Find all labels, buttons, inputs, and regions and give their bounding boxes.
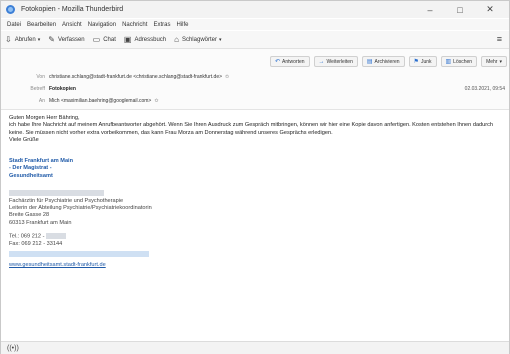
menu-view[interactable]: Ansicht xyxy=(62,22,82,28)
signature-org-line-2: - Der Magistrat - xyxy=(9,165,52,172)
signature-line: Leiterin der Abteilung Psychiatrie/Psych… xyxy=(9,205,152,212)
signature-line: Breite Gasse 28 xyxy=(9,212,50,219)
main-toolbar: ⇩ Abrufen ▾ ✎ Verfassen ▭ Chat ▣ Adressb… xyxy=(1,31,509,49)
signature-org-line-1: Stadt Frankfurt am Main xyxy=(9,158,74,165)
address-book-icon: ▣ xyxy=(123,35,132,44)
to-address[interactable]: Mich <maximilian.baehring@googlemail.com… xyxy=(49,98,151,104)
to-row: An Mich <maximilian.baehring@googlemail.… xyxy=(1,96,509,106)
chevron-down-icon: ▾ xyxy=(499,58,502,65)
thunderbird-window: Fotokopien - Mozilla Thunderbird – □ ✕ D… xyxy=(0,0,510,354)
body-paragraph: ich habe Ihre Nachricht auf meinem Anruf… xyxy=(9,122,494,136)
menu-tools[interactable]: Extras xyxy=(153,22,170,28)
menu-bar: Datei Bearbeiten Ansicht Navigation Nach… xyxy=(1,19,509,30)
redacted-block xyxy=(9,251,149,258)
forward-button[interactable]: → Weiterleiten xyxy=(313,56,358,67)
star-icon[interactable]: ✩ xyxy=(225,74,229,80)
archive-icon: ▤ xyxy=(366,59,373,65)
forward-icon: → xyxy=(318,58,325,65)
maximize-button[interactable]: □ xyxy=(447,1,473,18)
chevron-down-icon[interactable]: ▾ xyxy=(38,37,41,43)
title-bar: Fotokopien - Mozilla Thunderbird – □ ✕ xyxy=(1,1,509,18)
subject-row: Betreff Fotokopien 02.03.2021, 09:54 xyxy=(1,84,509,94)
chevron-down-icon: ▾ xyxy=(218,36,222,43)
status-bar: ((•)) xyxy=(1,341,509,354)
message-date: 02.03.2021, 09:54 xyxy=(464,86,505,92)
app-menu-icon[interactable]: ≡ xyxy=(497,34,502,44)
thunderbird-app-icon xyxy=(6,5,15,14)
redacted-email xyxy=(9,251,504,259)
subject-label: Betreff xyxy=(30,86,45,92)
website-link[interactable]: www.gesundheitsamt.stadt-frankfurt.de xyxy=(9,262,106,268)
blank-space xyxy=(9,144,504,158)
message-actions: ↶ Antworten → Weiterleiten ▤ Archivieren ⚑ J… xyxy=(266,56,507,67)
get-messages-icon: ⇩ xyxy=(5,35,12,44)
message-header: ↶ Antworten → Weiterleiten ▤ Archivieren ⚑ J… xyxy=(1,49,509,110)
minimize-button[interactable]: – xyxy=(417,1,443,18)
greeting: Guten Morgen Herr Bähring, xyxy=(9,115,80,121)
from-label: Von xyxy=(36,74,45,80)
archive-button[interactable]: ▤ Archivieren xyxy=(361,56,405,67)
junk-button[interactable]: ⚑ Junk xyxy=(408,56,437,67)
trash-icon: ▥ xyxy=(445,59,452,65)
junk-icon: ⚑ xyxy=(413,59,419,65)
signature-org-line-3: Gesundheitsamt xyxy=(9,172,53,179)
chat-icon: ▭ xyxy=(92,35,101,44)
to-label: An xyxy=(38,98,45,104)
signature-line: Fachärztin für Psychiatrie und Psychothe… xyxy=(9,197,124,204)
get-messages-button[interactable]: ⇩ Abrufen ▾ xyxy=(5,35,40,44)
redacted-block xyxy=(46,233,67,240)
signature-tel: Tel.: 069 212 - xyxy=(9,233,504,241)
write-button[interactable]: ✎ Verfassen xyxy=(48,35,84,44)
menu-go[interactable]: Navigation xyxy=(88,22,116,28)
signature-line: 60313 Frankfurt am Main xyxy=(9,219,72,226)
reply-icon: ↶ xyxy=(275,59,281,65)
tag-icon: ⌂ xyxy=(174,35,179,44)
menu-file[interactable]: Datei xyxy=(7,22,21,28)
blank-space xyxy=(9,180,504,190)
pencil-icon: ✎ xyxy=(48,35,55,44)
address-book-button[interactable]: ▣ Adressbuch xyxy=(124,35,166,44)
from-address[interactable]: christiane.schlang@stadt-frankfurt.de <c… xyxy=(49,74,222,80)
reply-button[interactable]: ↶ Antworten xyxy=(270,56,310,67)
activity-icon[interactable]: ((•)) xyxy=(7,345,19,352)
redacted-name xyxy=(9,190,504,198)
signature-fax: Fax: 069 212 - 33144 xyxy=(9,240,63,247)
closing: Viele Grüße xyxy=(9,136,39,143)
window-title: Fotokopien - Mozilla Thunderbird xyxy=(21,6,124,13)
more-button[interactable]: Mehr ▾ xyxy=(481,56,507,67)
menu-message[interactable]: Nachricht xyxy=(122,22,147,28)
from-row: Von christiane.schlang@stadt-frankfurt.d… xyxy=(1,72,509,82)
redacted-block xyxy=(9,190,104,197)
menu-help[interactable]: Hilfe xyxy=(176,22,188,28)
tags-button[interactable]: ⌂ Schlagwörter ▾ xyxy=(174,35,221,44)
website-line: www.gesundheitsamt.stadt-frankfurt.de xyxy=(9,262,504,269)
subject-value: Fotokopien xyxy=(49,86,76,92)
star-icon[interactable]: ✩ xyxy=(154,98,158,104)
delete-button[interactable]: ▥ Löschen xyxy=(440,56,478,67)
menu-edit[interactable]: Bearbeiten xyxy=(27,22,56,28)
chat-button[interactable]: ▭ Chat xyxy=(93,35,116,44)
message-body: Guten Morgen Herr Bähring, ich habe Ihre… xyxy=(9,115,504,269)
close-button[interactable]: ✕ xyxy=(477,1,503,18)
